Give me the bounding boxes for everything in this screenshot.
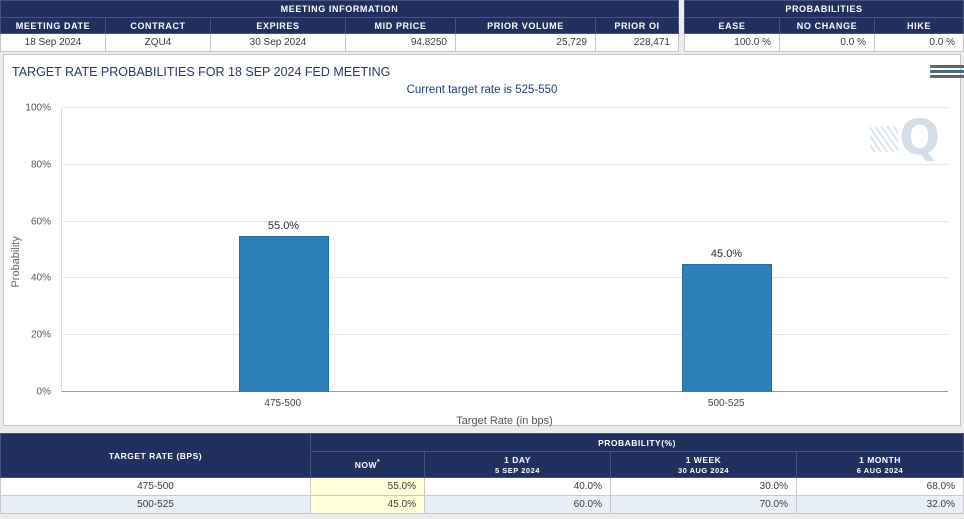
one-day-label: 1 DAY [425, 455, 610, 465]
prior-oi-value: 228,471 [596, 34, 679, 52]
probability-bar-475-500[interactable]: 55.0% [239, 236, 329, 392]
bar-value-label: 55.0% [268, 220, 299, 232]
column-header-contract: CONTRACT [106, 18, 211, 34]
y-tick-label: 60% [31, 216, 51, 227]
one-month-label: 1 MONTH [797, 455, 963, 465]
y-axis-ticks: 0%20%40%60%80%100% [4, 108, 57, 392]
table-row-475-500: 475-500 55.0% 40.0% 30.0% 68.0% [1, 478, 964, 496]
probability-bar-500-525[interactable]: 45.0% [682, 264, 772, 392]
hike-value: 0.0 % [875, 34, 964, 52]
one-day-probability-cell: 60.0% [425, 496, 611, 514]
chart-header: TARGET RATE PROBABILITIES FOR 18 SEP 202… [4, 55, 960, 84]
column-header-no-change: NO CHANGE [780, 18, 875, 34]
y-tick-label: 0% [37, 387, 51, 398]
top-summary-row: MEETING INFORMATION MEETING DATE CONTRAC… [0, 0, 964, 52]
column-header-target-rate: TARGET RATE (BPS) [1, 434, 311, 478]
x-axis-ticks: 475-500500-525 [61, 398, 948, 409]
y-tick-label: 20% [31, 330, 51, 341]
probabilities-row: 100.0 % 0.0 % 0.0 % [685, 34, 964, 52]
meeting-information-table: MEETING INFORMATION MEETING DATE CONTRAC… [0, 0, 679, 52]
one-week-date: 30 AUG 2024 [611, 466, 796, 475]
y-tick-label: 80% [31, 159, 51, 170]
x-tick-label: 500-525 [505, 398, 949, 409]
plot-area: Q 55.0%45.0% [61, 108, 948, 392]
column-header-ease: EASE [685, 18, 780, 34]
target-rate-cell: 475-500 [1, 478, 311, 496]
one-day-date: 5 SEP 2024 [425, 466, 610, 475]
chart-plot-region: Probability 0%20%40%60%80%100% Q 55.0%45… [4, 104, 960, 430]
now-probability-cell: 55.0% [311, 478, 425, 496]
one-month-probability-cell: 32.0% [797, 496, 964, 514]
meeting-information-title: MEETING INFORMATION [1, 1, 679, 18]
ease-value: 100.0 % [685, 34, 780, 52]
one-month-date: 6 AUG 2024 [797, 466, 963, 475]
expires-value: 30 Sep 2024 [211, 34, 346, 52]
bars-layer: 55.0% 45.0% [62, 108, 948, 392]
column-header-mid-price: MID PRICE [346, 18, 456, 34]
one-day-probability-cell: 40.0% [425, 478, 611, 496]
one-week-probability-cell: 30.0% [611, 478, 797, 496]
column-header-one-month: 1 MONTH 6 AUG 2024 [797, 452, 964, 478]
column-header-now: NOW* [311, 452, 425, 478]
one-week-probability-cell: 70.0% [611, 496, 797, 514]
target-rate-probabilities-chart: TARGET RATE PROBABILITIES FOR 18 SEP 202… [3, 54, 961, 426]
probability-history-table: TARGET RATE (BPS) PROBABILITY(%) NOW* 1 … [0, 433, 964, 514]
probabilities-title: PROBABILITIES [685, 1, 964, 18]
contract-value: ZQU4 [106, 34, 211, 52]
target-rate-cell: 500-525 [1, 496, 311, 514]
x-axis-title: Target Rate (in bps) [61, 415, 948, 427]
category-slot: 55.0% [62, 108, 505, 392]
column-header-meeting-date: MEETING DATE [1, 18, 106, 34]
meeting-date-value: 18 Sep 2024 [1, 34, 106, 52]
chart-menu-icon[interactable] [930, 61, 950, 82]
now-label: NOW [355, 460, 377, 470]
column-header-prior-volume: PRIOR VOLUME [456, 18, 596, 34]
column-group-probability: PROBABILITY(%) [311, 434, 964, 452]
now-probability-cell: 45.0% [311, 496, 425, 514]
y-tick-label: 40% [31, 273, 51, 284]
meeting-info-row: 18 Sep 2024 ZQU4 30 Sep 2024 94.8250 25,… [1, 34, 679, 52]
one-week-label: 1 WEEK [611, 455, 796, 465]
x-tick-label: 475-500 [61, 398, 505, 409]
y-tick-label: 100% [25, 103, 51, 114]
column-header-one-day: 1 DAY 5 SEP 2024 [425, 452, 611, 478]
column-header-expires: EXPIRES [211, 18, 346, 34]
one-month-probability-cell: 68.0% [797, 478, 964, 496]
column-header-one-week: 1 WEEK 30 AUG 2024 [611, 452, 797, 478]
chart-title: TARGET RATE PROBABILITIES FOR 18 SEP 202… [12, 65, 390, 79]
column-header-hike: HIKE [875, 18, 964, 34]
chart-subtitle: Current target rate is 525-550 [4, 84, 960, 102]
no-change-value: 0.0 % [780, 34, 875, 52]
now-footnote-marker: * [377, 459, 380, 466]
bar-value-label: 45.0% [711, 248, 742, 260]
prior-volume-value: 25,729 [456, 34, 596, 52]
probabilities-summary-table: PROBABILITIES EASE NO CHANGE HIKE 100.0 … [684, 0, 964, 52]
category-slot: 45.0% [505, 108, 948, 392]
column-header-prior-oi: PRIOR OI [596, 18, 679, 34]
mid-price-value: 94.8250 [346, 34, 456, 52]
table-row-500-525: 500-525 45.0% 60.0% 70.0% 32.0% [1, 496, 964, 514]
